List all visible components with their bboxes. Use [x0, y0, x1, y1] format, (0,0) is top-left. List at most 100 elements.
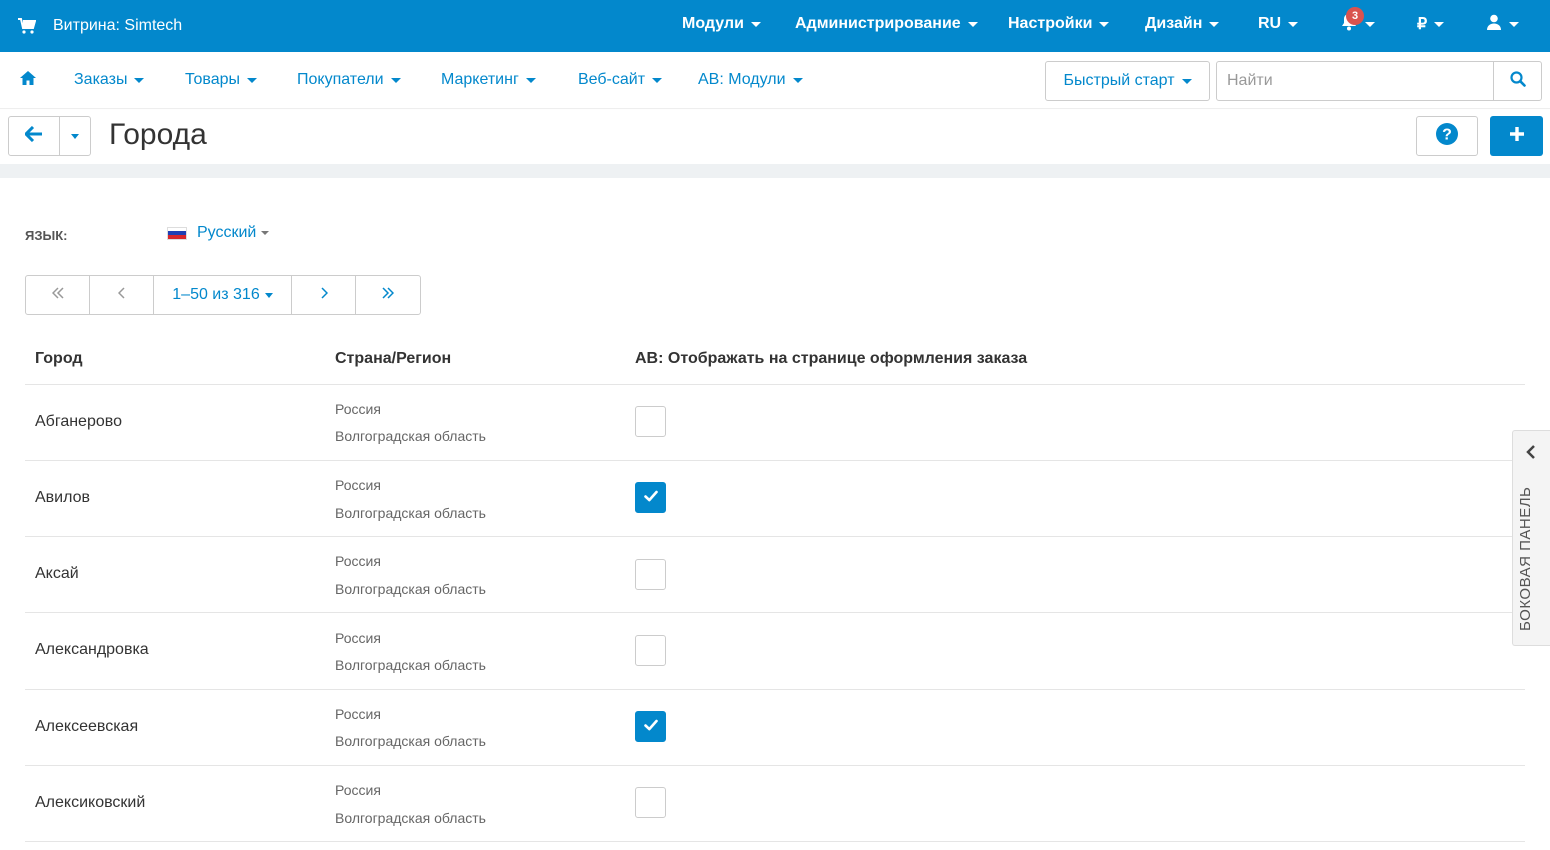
show-on-checkout-checkbox[interactable] [635, 635, 666, 666]
city-name[interactable]: Александровка [35, 641, 149, 659]
currency-menu[interactable]: ₽ [1417, 0, 1445, 48]
row-divider [25, 536, 1525, 537]
checkmark-icon [643, 489, 658, 507]
nav-ab-modules[interactable]: AB: Модули [698, 52, 803, 108]
caret-down-icon [1365, 21, 1375, 27]
nav-website-label: Веб-сайт [578, 71, 646, 88]
show-on-checkout-checkbox[interactable] [635, 482, 666, 513]
last-page-button[interactable] [356, 276, 420, 314]
back-button-group [8, 116, 91, 156]
caret-down-icon [1099, 21, 1110, 27]
chevron-left-icon [1526, 445, 1536, 464]
page-header: Города ? [0, 110, 1550, 164]
region-name: Волгоградская область [335, 505, 486, 521]
search-input[interactable] [1217, 62, 1493, 100]
nav-design-label: Дизайн [1145, 15, 1203, 32]
city-name[interactable]: Авилов [35, 489, 90, 507]
nav-language-label: RU [1258, 15, 1282, 32]
row-divider [25, 612, 1525, 613]
country-name: Россия [335, 477, 381, 493]
first-page-button[interactable] [26, 276, 90, 314]
nav-language[interactable]: RU [1258, 0, 1299, 48]
nav-website[interactable]: Веб-сайт [578, 52, 663, 108]
side-panel-toggle[interactable]: Боковая панель [1512, 430, 1550, 646]
page-title: Города [109, 118, 207, 151]
language-value: Русский [197, 224, 257, 241]
show-on-checkout-checkbox[interactable] [635, 711, 666, 742]
plus-icon [1509, 126, 1525, 147]
city-name[interactable]: Аксай [35, 565, 79, 583]
next-page-button[interactable] [292, 276, 356, 314]
help-button[interactable]: ? [1416, 116, 1478, 156]
region-name: Волгоградская область [335, 581, 486, 597]
language-label: Язык: [25, 228, 68, 243]
user-menu[interactable] [1486, 0, 1519, 48]
country-name: Россия [335, 401, 381, 417]
back-history-dropdown[interactable] [60, 117, 90, 155]
notifications-badge: 3 [1346, 7, 1364, 25]
city-name[interactable]: Алексиковский [35, 794, 145, 812]
main-navigation: Заказы Товары Покупатели Маркетинг Веб-с… [0, 52, 1550, 109]
region-name: Волгоградская область [335, 657, 486, 673]
show-on-checkout-checkbox[interactable] [635, 406, 666, 437]
pagination: 1–50 из 316 [25, 275, 421, 315]
nav-administration-label: Администрирование [795, 15, 961, 32]
caret-down-icon [264, 292, 273, 298]
home-link[interactable] [19, 52, 37, 108]
country-name: Россия [335, 553, 381, 569]
storefront-link[interactable]: Витрина: Simtech [18, 0, 182, 52]
back-button[interactable] [9, 117, 61, 155]
nav-marketing-label: Маркетинг [441, 71, 519, 88]
column-header-city[interactable]: Город [35, 350, 83, 368]
prev-page-button[interactable] [90, 276, 154, 314]
caret-down-icon [261, 231, 270, 235]
language-selector[interactable]: Русский [167, 224, 270, 242]
quickstart-label: Быстрый старт [1063, 72, 1175, 89]
nav-orders-label: Заказы [74, 71, 128, 88]
column-header-show-on-checkout: AB: Отображать на странице оформления за… [635, 350, 1028, 367]
row-divider [25, 460, 1525, 461]
city-name[interactable]: Абганерово [35, 413, 122, 431]
arrow-left-icon [24, 125, 43, 147]
show-on-checkout-checkbox[interactable] [635, 559, 666, 590]
nav-administration[interactable]: Администрирование [795, 0, 978, 48]
header-separator [0, 164, 1550, 178]
caret-down-icon [750, 21, 761, 27]
row-divider [25, 765, 1525, 766]
storefront-label: Витрина: Simtech [53, 17, 183, 34]
caret-down-icon [525, 77, 536, 83]
top-bar: Витрина: Simtech Модули Администрировани… [0, 0, 1550, 52]
double-chevron-right-icon [382, 286, 395, 304]
row-divider [25, 689, 1525, 690]
checkmark-icon [643, 718, 658, 736]
nav-settings[interactable]: Настройки [1008, 0, 1110, 48]
nav-customers[interactable]: Покупатели [297, 52, 401, 108]
search-box [1216, 61, 1542, 101]
row-divider [25, 841, 1525, 842]
region-name: Волгоградская область [335, 428, 486, 444]
show-on-checkout-checkbox[interactable] [635, 787, 666, 818]
nav-design[interactable]: Дизайн [1145, 0, 1220, 48]
cart-icon [18, 18, 38, 34]
nav-products[interactable]: Товары [185, 52, 258, 108]
country-name: Россия [335, 782, 381, 798]
nav-modules[interactable]: Модули [682, 0, 761, 48]
add-city-button[interactable] [1490, 116, 1543, 156]
russia-flag-icon [167, 226, 187, 240]
caret-down-icon [1509, 21, 1519, 27]
caret-down-icon [1288, 21, 1299, 27]
caret-down-icon [71, 133, 80, 139]
nav-orders[interactable]: Заказы [74, 52, 145, 108]
caret-down-icon [247, 77, 258, 83]
search-button[interactable] [1493, 62, 1541, 100]
quickstart-button[interactable]: Быстрый старт [1045, 61, 1210, 101]
page-range-dropdown[interactable]: 1–50 из 316 [154, 276, 292, 314]
svg-text:?: ? [1442, 126, 1452, 143]
chevron-left-icon [117, 286, 126, 304]
region-name: Волгоградская область [335, 810, 486, 826]
nav-marketing[interactable]: Маркетинг [441, 52, 536, 108]
caret-down-icon [1434, 21, 1445, 27]
column-header-country-region[interactable]: Страна/Регион [335, 350, 451, 368]
nav-settings-label: Настройки [1008, 15, 1093, 32]
city-name[interactable]: Алексеевская [35, 718, 138, 736]
